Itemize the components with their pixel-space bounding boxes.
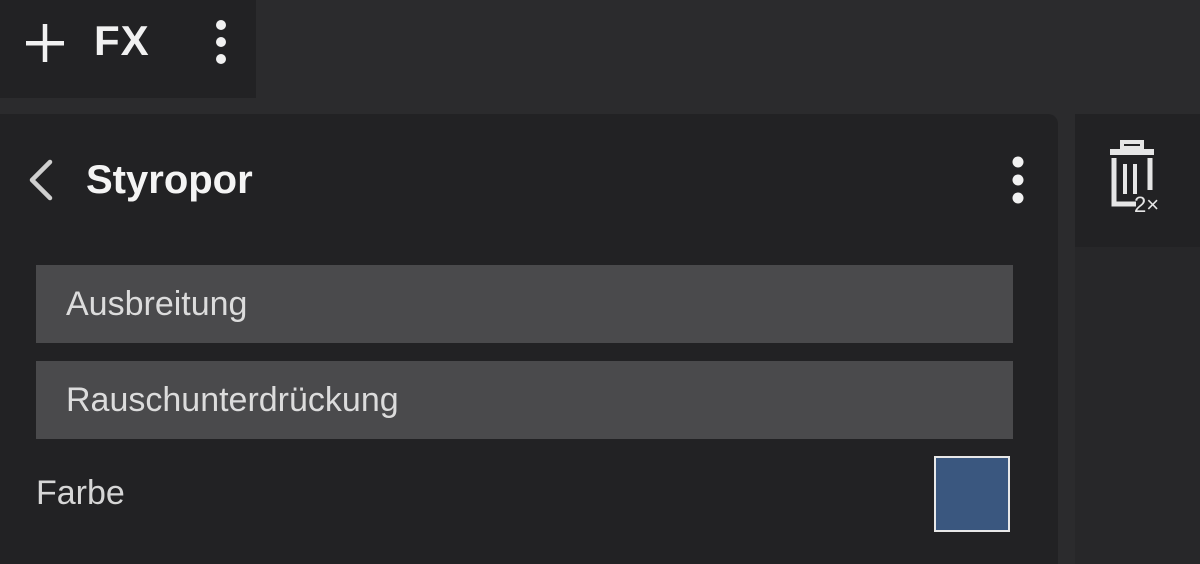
panel-menu-button[interactable]	[1000, 152, 1036, 208]
panel-title: Styropor	[86, 158, 253, 202]
effect-panel: Styropor Ausbreitung Rauschunterdrückung…	[0, 114, 1058, 564]
fx-title: FX	[94, 17, 150, 64]
side-panel-lower	[1075, 247, 1200, 564]
color-swatch[interactable]	[934, 456, 1010, 532]
delete-count-badge: 2×	[1134, 192, 1160, 217]
noise-reduction-button[interactable]: Rauschunterdrückung	[36, 361, 1013, 439]
add-effect-button[interactable]	[22, 20, 68, 66]
spread-button[interactable]: Ausbreitung	[36, 265, 1013, 343]
fx-menu-button[interactable]	[204, 16, 238, 68]
plus-icon	[26, 24, 64, 62]
fx-toolbar: FX	[0, 0, 256, 98]
back-button[interactable]	[24, 158, 58, 202]
color-label: Farbe	[36, 474, 125, 512]
more-vertical-icon	[216, 20, 226, 64]
app-root: FX Styropor Ausbreitung Rauschunterdrück…	[0, 0, 1200, 564]
chevron-left-icon	[29, 159, 53, 201]
more-vertical-icon	[1012, 156, 1024, 204]
